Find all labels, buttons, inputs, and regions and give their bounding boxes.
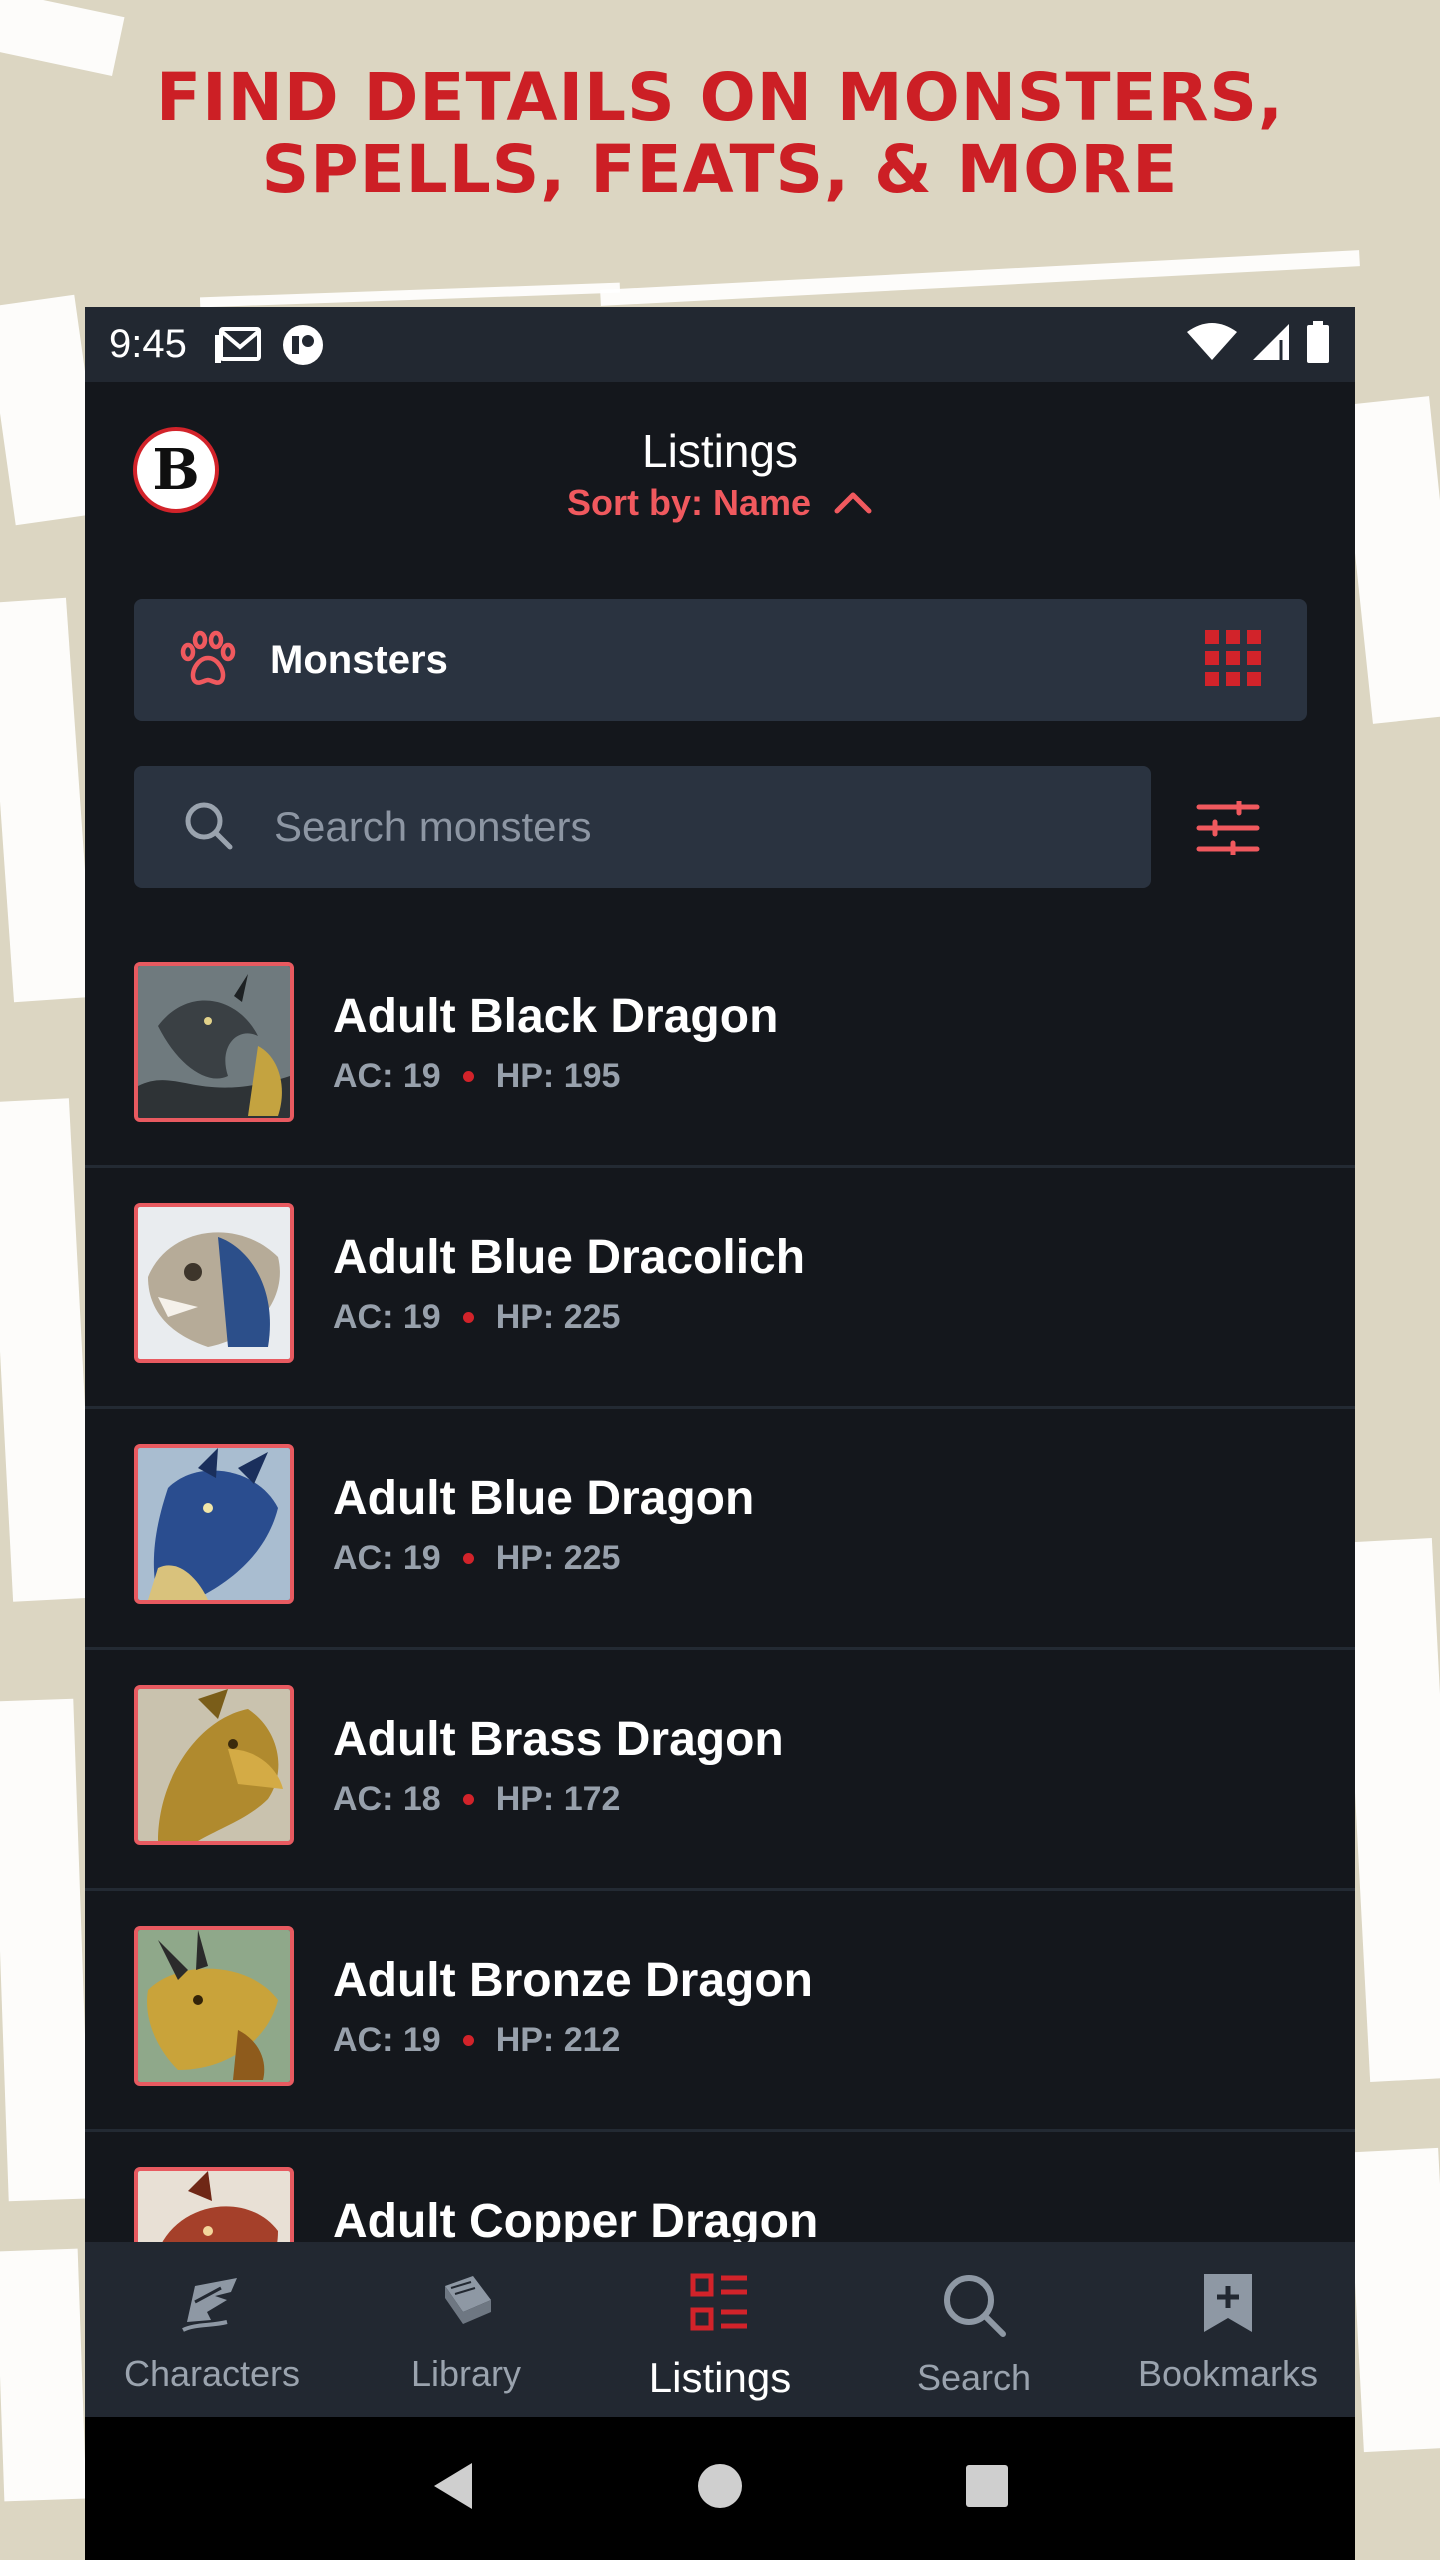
search-input[interactable] bbox=[274, 803, 1094, 851]
quill-icon bbox=[181, 2272, 243, 2343]
search-bar bbox=[134, 766, 1151, 888]
status-time: 9:45 bbox=[109, 322, 187, 366]
monster-ac: AC: 19 bbox=[333, 2021, 441, 2059]
separator-dot bbox=[462, 1312, 474, 1323]
brush-stroke bbox=[1341, 1538, 1440, 2082]
filter-button[interactable] bbox=[1195, 798, 1261, 858]
book-icon bbox=[435, 2272, 497, 2343]
app-notification-icon bbox=[281, 323, 325, 367]
nav-listings[interactable]: Listings bbox=[593, 2242, 847, 2417]
nav-label: Bookmarks bbox=[1137, 2353, 1319, 2394]
battery-icon bbox=[1305, 321, 1331, 368]
paw-icon bbox=[178, 628, 238, 693]
bookmark-icon bbox=[1200, 2272, 1256, 2343]
nav-search[interactable]: Search bbox=[847, 2242, 1101, 2417]
monster-hp: HP: 225 bbox=[495, 1298, 621, 1336]
monster-stats: AC: 19 HP: 212 bbox=[333, 2021, 620, 2060]
headline-line-1: FIND DETAILS ON MONSTERS, bbox=[155, 59, 1285, 136]
separator-dot bbox=[462, 1071, 474, 1082]
wifi-icon bbox=[1187, 322, 1237, 367]
monster-stats: AC: 18 HP: 172 bbox=[333, 1780, 620, 1819]
filter-sliders-icon bbox=[1195, 798, 1261, 859]
recents-icon[interactable] bbox=[964, 2463, 1010, 2514]
category-label: Monsters bbox=[270, 637, 448, 682]
nav-characters[interactable]: Characters bbox=[85, 2242, 339, 2417]
nav-label: Listings bbox=[648, 2354, 792, 2401]
brush-stroke bbox=[0, 1098, 96, 1602]
brush-stroke bbox=[0, 2248, 87, 2502]
monster-ac: AC: 18 bbox=[333, 1780, 441, 1818]
monster-thumbnail bbox=[134, 1444, 294, 1604]
system-navigation-bar bbox=[85, 2417, 1355, 2560]
sort-toggle[interactable]: Sort by: Name bbox=[85, 482, 1355, 524]
monster-thumbnail bbox=[134, 1685, 294, 1845]
monster-hp: HP: 195 bbox=[495, 1057, 621, 1095]
brush-stroke bbox=[0, 597, 94, 1003]
monster-row-adult-bronze-dragon[interactable]: Adult Bronze Dragon AC: 19 HP: 212 bbox=[85, 1891, 1355, 2132]
bottom-navigation: Characters Library Listings Search Bookm… bbox=[85, 2242, 1355, 2417]
nav-bookmarks[interactable]: Bookmarks bbox=[1101, 2242, 1355, 2417]
back-icon[interactable] bbox=[430, 2461, 476, 2516]
separator-dot bbox=[462, 2035, 474, 2046]
monster-ac: AC: 19 bbox=[333, 1298, 441, 1336]
monster-name: Adult Black Dragon bbox=[333, 990, 779, 1043]
search-icon bbox=[182, 799, 234, 856]
cellular-signal-icon bbox=[1251, 322, 1291, 367]
monster-name: Adult Blue Dragon bbox=[333, 1472, 755, 1525]
monster-name: Adult Brass Dragon bbox=[333, 1713, 784, 1766]
search-icon bbox=[941, 2272, 1007, 2347]
monster-stats: AC: 19 HP: 195 bbox=[333, 1057, 620, 1096]
monster-row-adult-brass-dragon[interactable]: Adult Brass Dragon AC: 18 HP: 172 bbox=[85, 1650, 1355, 1891]
app-bar: B Listings Sort by: Name bbox=[85, 382, 1355, 552]
monster-name: Adult Copper Dragon bbox=[333, 2195, 819, 2248]
grid-menu-icon[interactable] bbox=[1203, 628, 1263, 693]
monster-hp: HP: 212 bbox=[495, 2021, 621, 2059]
nav-library[interactable]: Library bbox=[339, 2242, 593, 2417]
monster-name: Adult Bronze Dragon bbox=[333, 1954, 813, 2007]
monster-thumbnail bbox=[134, 1926, 294, 2086]
monster-thumbnail bbox=[134, 1203, 294, 1363]
list-icon bbox=[689, 2272, 751, 2344]
nav-label: Characters bbox=[123, 2353, 301, 2394]
category-selector[interactable]: Monsters bbox=[134, 599, 1307, 721]
monster-hp: HP: 172 bbox=[495, 1780, 621, 1818]
monster-hp: HP: 225 bbox=[495, 1539, 621, 1577]
brush-stroke bbox=[1348, 2147, 1440, 2453]
headline-line-2: SPELLS, FEATS, & MORE bbox=[261, 131, 1179, 208]
monster-stats: AC: 19 HP: 225 bbox=[333, 1298, 620, 1337]
phone-screen: 9:45 B Listings Sort by: Name Monsters S… bbox=[85, 307, 1355, 2560]
chevron-up-icon bbox=[833, 482, 873, 524]
status-bar: 9:45 bbox=[85, 307, 1355, 382]
monster-row-adult-blue-dragon[interactable]: Adult Blue Dragon AC: 19 HP: 225 bbox=[85, 1409, 1355, 1650]
monster-row-adult-black-dragon[interactable]: Adult Black Dragon AC: 19 HP: 195 bbox=[85, 927, 1355, 1168]
monster-ac: AC: 19 bbox=[333, 1539, 441, 1577]
brush-stroke bbox=[600, 250, 1360, 306]
separator-dot bbox=[462, 1794, 474, 1805]
gmail-icon bbox=[214, 325, 263, 365]
nav-label: Library bbox=[410, 2353, 522, 2394]
brush-stroke bbox=[199, 282, 621, 308]
monster-row-adult-blue-dracolich[interactable]: Adult Blue Dracolich AC: 19 HP: 225 bbox=[85, 1168, 1355, 1409]
page-title: Listings bbox=[642, 425, 798, 477]
sort-label: Sort by: Name bbox=[566, 482, 812, 523]
brush-stroke bbox=[0, 1698, 91, 2202]
monster-stats: AC: 19 HP: 225 bbox=[333, 1539, 620, 1578]
monster-thumbnail bbox=[134, 962, 294, 1122]
monster-ac: AC: 19 bbox=[333, 1057, 441, 1095]
nav-label: Search bbox=[916, 2357, 1032, 2398]
promo-headline: FIND DETAILS ON MONSTERS, SPELLS, FEATS,… bbox=[0, 62, 1440, 206]
separator-dot bbox=[462, 1553, 474, 1564]
home-icon[interactable] bbox=[696, 2462, 744, 2515]
monster-name: Adult Blue Dracolich bbox=[333, 1231, 806, 1284]
